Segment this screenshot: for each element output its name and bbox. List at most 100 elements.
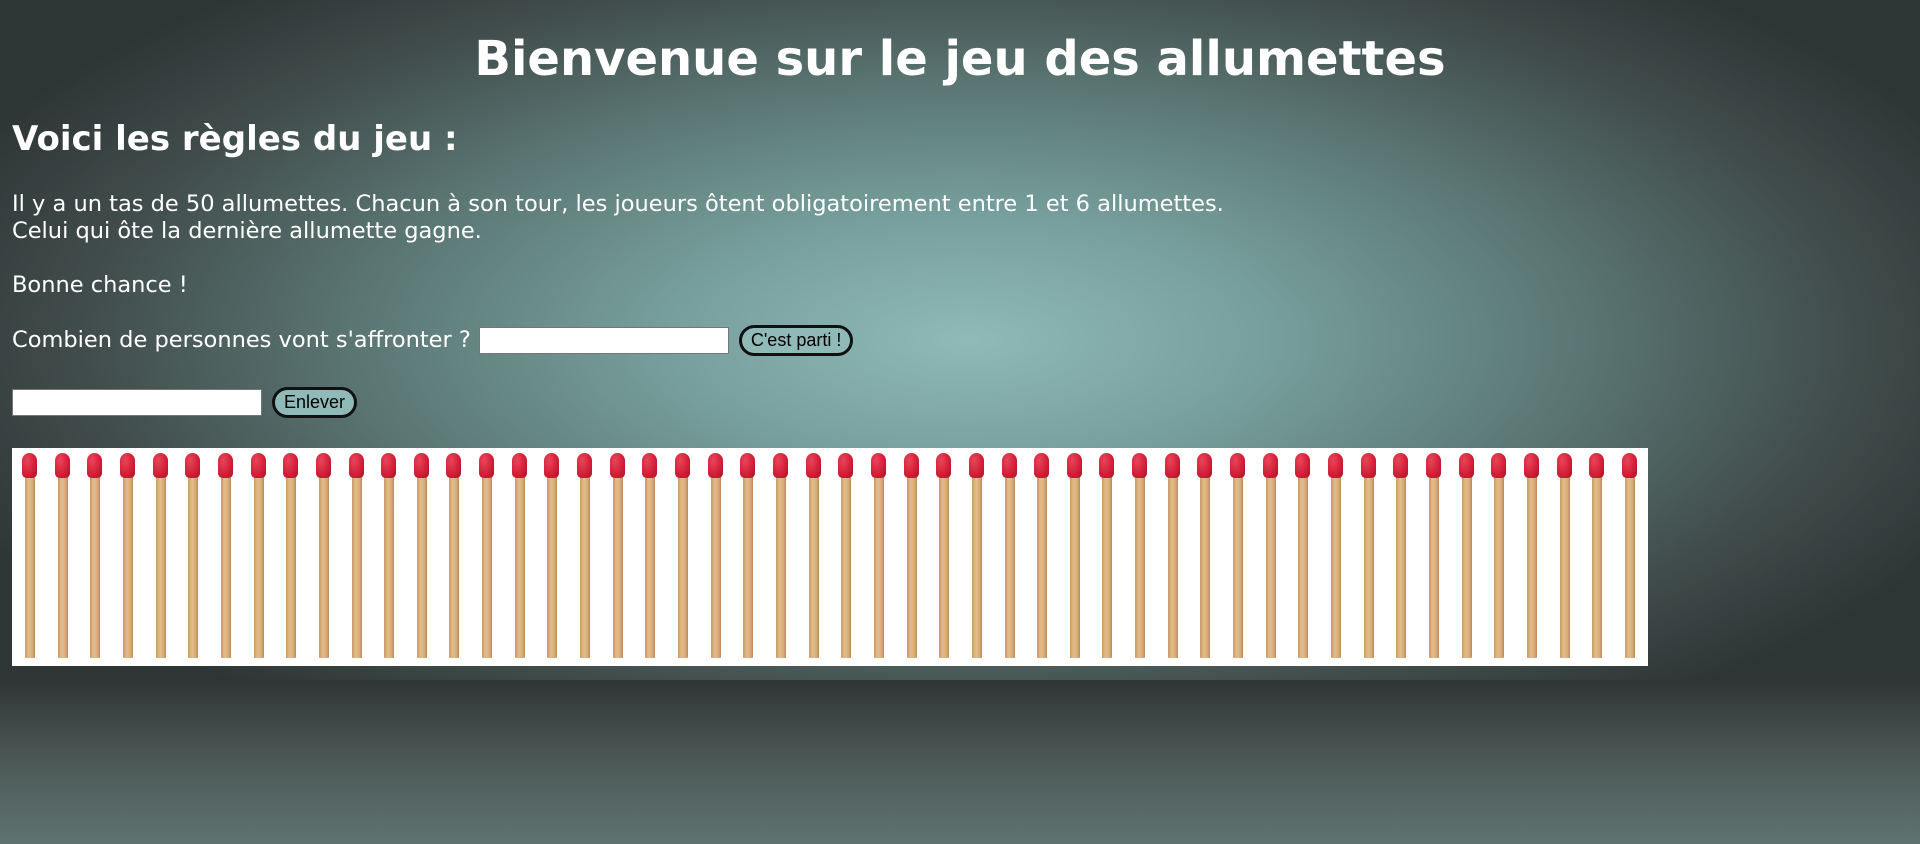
match-icon[interactable]	[279, 448, 301, 666]
match-head	[609, 453, 625, 478]
match-icon[interactable]	[1422, 448, 1444, 666]
match-icon[interactable]	[508, 448, 530, 666]
match-stick	[1428, 472, 1439, 658]
match-icon[interactable]	[1030, 448, 1052, 666]
match-icon[interactable]	[638, 448, 660, 666]
start-game-button[interactable]: C'est parti !	[738, 324, 854, 356]
match-icon[interactable]	[116, 448, 138, 666]
match-icon[interactable]	[214, 448, 236, 666]
match-icon[interactable]	[606, 448, 628, 666]
remove-form: Enlever	[12, 385, 358, 419]
match-icon[interactable]	[1226, 448, 1248, 666]
match-stick	[482, 472, 493, 658]
match-icon[interactable]	[1259, 448, 1281, 666]
match-icon[interactable]	[704, 448, 726, 666]
match-head	[54, 453, 70, 478]
match-icon[interactable]	[1520, 448, 1542, 666]
match-stick	[547, 472, 558, 658]
match-icon[interactable]	[1291, 448, 1313, 666]
match-head	[185, 453, 201, 478]
match-icon[interactable]	[442, 448, 464, 666]
match-icon[interactable]	[1618, 448, 1640, 666]
players-count-input[interactable]	[478, 326, 729, 354]
match-icon[interactable]	[998, 448, 1020, 666]
match-stick	[1233, 472, 1244, 658]
match-icon[interactable]	[247, 448, 269, 666]
match-icon[interactable]	[671, 448, 693, 666]
match-icon[interactable]	[867, 448, 889, 666]
players-label: Combien de personnes vont s'affronter ?	[12, 326, 471, 353]
match-icon[interactable]	[181, 448, 203, 666]
remove-button[interactable]: Enlever	[272, 386, 358, 418]
match-stick	[1461, 472, 1472, 658]
match-icon[interactable]	[1455, 448, 1477, 666]
match-head	[1523, 453, 1539, 478]
match-head	[707, 453, 723, 478]
match-stick	[155, 472, 166, 658]
remove-count-input[interactable]	[12, 388, 262, 416]
match-icon[interactable]	[736, 448, 758, 666]
match-head	[479, 453, 495, 478]
match-stick	[971, 472, 982, 658]
match-icon[interactable]	[377, 448, 399, 666]
match-icon[interactable]	[1389, 448, 1411, 666]
match-stick	[1331, 472, 1341, 658]
match-icon[interactable]	[1063, 448, 1085, 666]
rules-text: Il y a un tas de 50 allumettes. Chacun à…	[12, 191, 1224, 245]
match-head	[1099, 453, 1115, 478]
match-icon[interactable]	[769, 448, 791, 666]
match-head	[1197, 453, 1213, 478]
match-stick	[449, 472, 460, 658]
match-icon[interactable]	[1553, 448, 1575, 666]
match-head	[544, 453, 560, 478]
match-head	[577, 453, 593, 478]
match-head	[838, 453, 854, 478]
match-stick	[384, 472, 395, 658]
match-stick	[1037, 472, 1048, 658]
match-stick	[122, 472, 133, 658]
match-head	[1034, 453, 1050, 478]
match-icon[interactable]	[475, 448, 497, 666]
match-stick	[25, 472, 35, 658]
match-icon[interactable]	[1357, 448, 1379, 666]
match-head	[1132, 453, 1148, 478]
match-icon[interactable]	[1585, 448, 1607, 666]
match-icon[interactable]	[965, 448, 987, 666]
match-stick	[416, 472, 427, 658]
match-icon[interactable]	[1128, 448, 1150, 666]
match-stick	[1494, 472, 1505, 658]
match-icon[interactable]	[1324, 448, 1346, 666]
rules-heading: Voici les règles du jeu :	[12, 119, 458, 159]
matches-board	[12, 448, 1648, 666]
match-icon[interactable]	[312, 448, 334, 666]
match-stick	[710, 472, 721, 658]
match-stick	[775, 472, 786, 658]
rules-line-1: Il y a un tas de 50 allumettes. Chacun à…	[12, 191, 1224, 217]
match-stick	[351, 472, 362, 658]
match-icon[interactable]	[83, 448, 105, 666]
match-icon[interactable]	[573, 448, 595, 666]
match-icon[interactable]	[540, 448, 562, 666]
match-stick	[841, 472, 852, 658]
match-icon[interactable]	[1487, 448, 1509, 666]
match-stick	[1135, 472, 1146, 658]
match-stick	[1396, 472, 1407, 658]
match-icon[interactable]	[900, 448, 922, 666]
match-icon[interactable]	[802, 448, 824, 666]
match-stick	[808, 472, 819, 658]
match-icon[interactable]	[1161, 448, 1183, 666]
match-stick	[1298, 472, 1309, 658]
match-icon[interactable]	[51, 448, 73, 666]
match-icon[interactable]	[345, 448, 367, 666]
page-title: Bienvenue sur le jeu des allumettes	[474, 31, 1446, 87]
match-icon[interactable]	[932, 448, 954, 666]
match-icon[interactable]	[149, 448, 171, 666]
match-stick	[1624, 472, 1635, 658]
match-icon[interactable]	[410, 448, 432, 666]
match-icon[interactable]	[1095, 448, 1117, 666]
match-stick	[873, 472, 884, 658]
match-icon[interactable]	[834, 448, 856, 666]
match-stick	[580, 472, 591, 658]
match-icon[interactable]	[1193, 448, 1215, 666]
match-icon[interactable]	[18, 448, 40, 666]
